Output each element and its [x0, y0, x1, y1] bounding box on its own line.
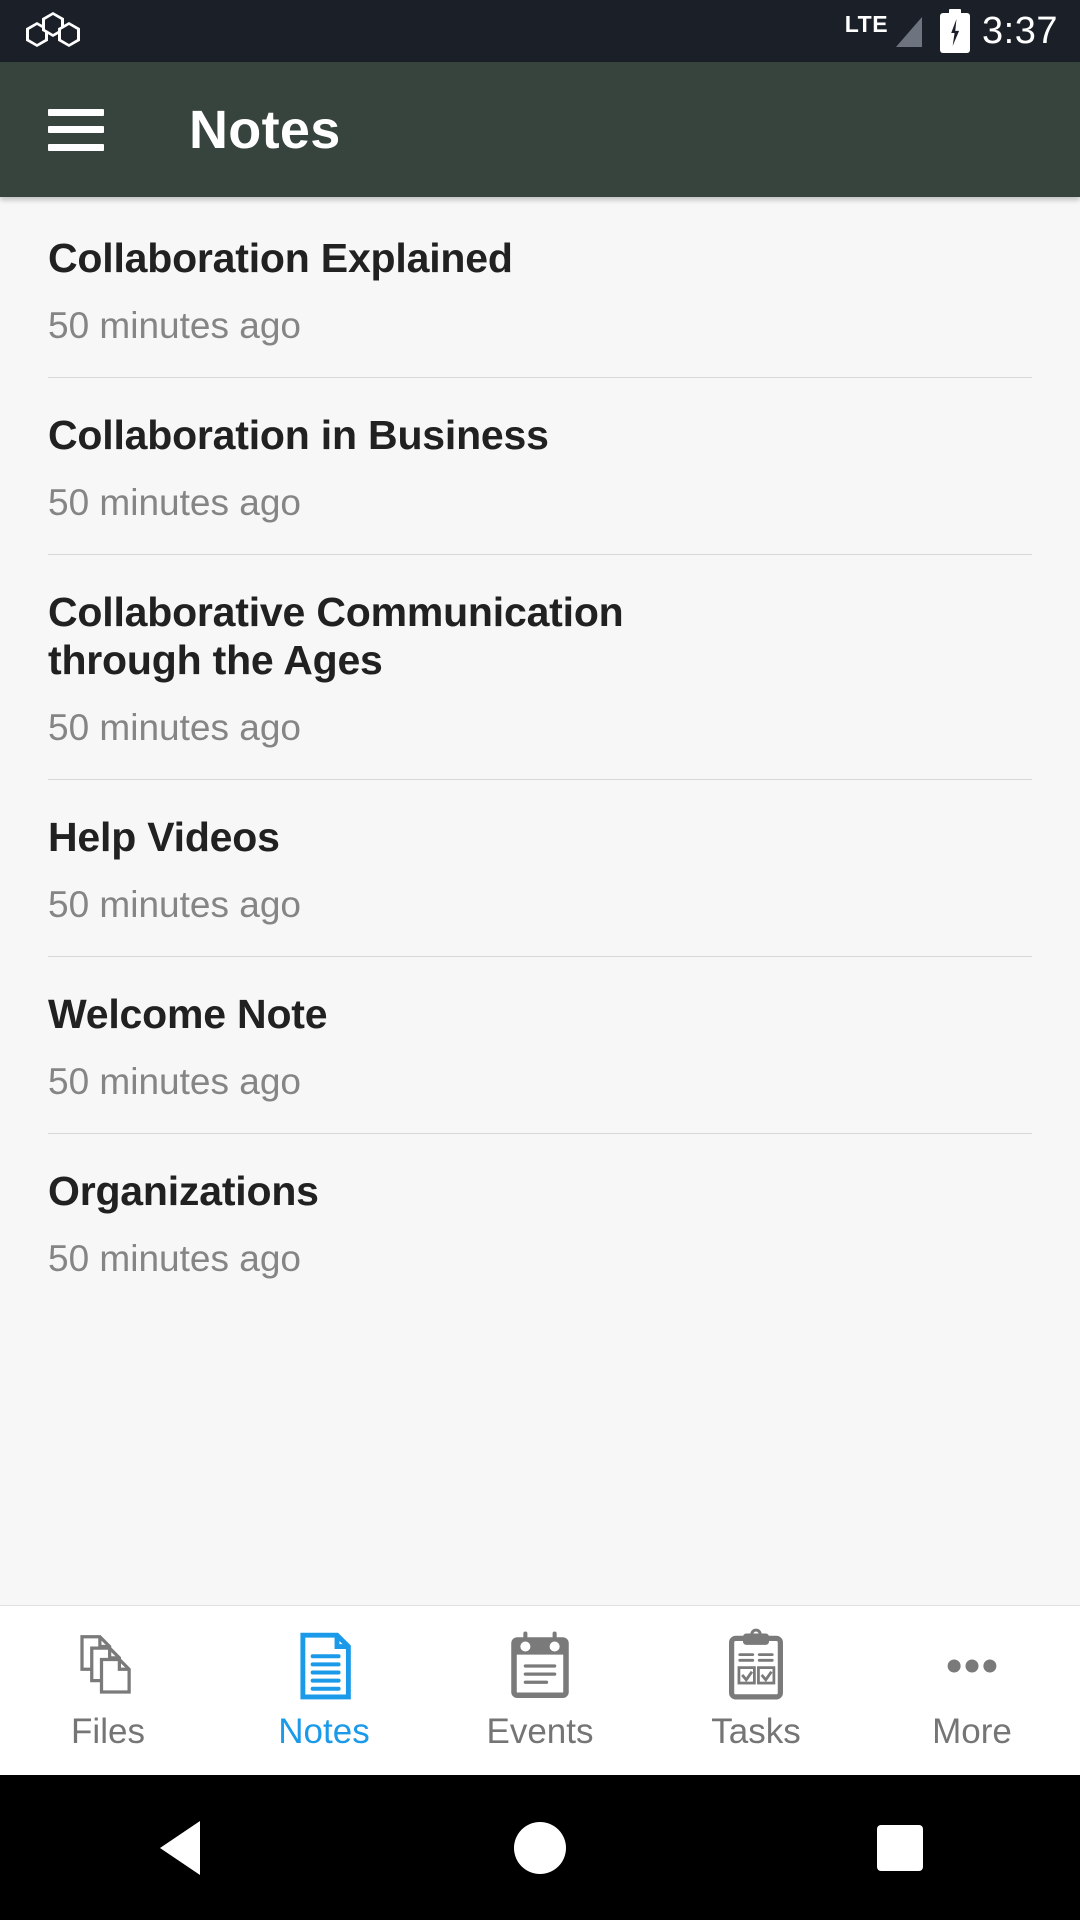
tab-tasks[interactable]: Tasks	[648, 1624, 864, 1752]
tab-files[interactable]: Files	[0, 1624, 216, 1752]
note-title: Help Videos	[48, 813, 280, 860]
note-timestamp: 50 minutes ago	[48, 481, 302, 523]
note-timestamp: 50 minutes ago	[48, 304, 302, 346]
clipboard-checks-icon	[717, 1624, 795, 1708]
status-bar-clock: 3:37	[982, 9, 1058, 52]
list-item[interactable]: Help Videos 50 minutes ago	[0, 780, 1080, 956]
tab-label: Tasks	[711, 1712, 801, 1751]
documents-stack-icon	[69, 1624, 147, 1708]
three-dots-icon	[933, 1624, 1011, 1708]
page-title: Notes	[189, 99, 341, 160]
tab-label: Events	[486, 1712, 594, 1751]
android-system-nav	[0, 1775, 1080, 1920]
back-button[interactable]	[80, 1775, 280, 1920]
status-bar-right: LTE 3:37	[845, 9, 1058, 53]
back-triangle-icon	[160, 1820, 200, 1875]
status-bar-left	[26, 11, 82, 51]
network-type-label: LTE	[844, 10, 889, 37]
recents-button[interactable]	[800, 1775, 1000, 1920]
tab-label: Files	[71, 1712, 145, 1751]
note-timestamp: 50 minutes ago	[48, 1060, 302, 1102]
note-timestamp: 50 minutes ago	[48, 1237, 302, 1279]
home-button[interactable]	[440, 1775, 640, 1920]
list-item[interactable]: Collaborative Communication through the …	[0, 555, 1080, 779]
list-item[interactable]: Welcome Note 50 minutes ago	[0, 957, 1080, 1133]
list-item[interactable]: Collaboration Explained 50 minutes ago	[0, 201, 1080, 377]
bottom-tab-bar: Files Notes Events Tasks More	[0, 1605, 1080, 1775]
home-circle-icon	[514, 1821, 566, 1874]
note-title: Collaboration in Business	[48, 411, 549, 458]
list-item[interactable]: Collaboration in Business 50 minutes ago	[0, 378, 1080, 554]
tab-label: Notes	[278, 1712, 370, 1751]
note-title: Welcome Note	[48, 990, 328, 1037]
note-timestamp: 50 minutes ago	[48, 706, 302, 748]
note-timestamp: 50 minutes ago	[48, 883, 302, 925]
battery-charging-icon	[940, 9, 971, 53]
note-title: Organizations	[48, 1167, 319, 1214]
tab-label: More	[932, 1712, 1012, 1751]
app-bar: Notes	[0, 62, 1080, 197]
hamburger-menu-icon[interactable]	[48, 108, 104, 151]
list-item[interactable]: Organizations 50 minutes ago	[0, 1134, 1080, 1310]
hexagon-cluster-icon	[26, 11, 82, 51]
recent-square-icon	[877, 1824, 923, 1871]
notes-list[interactable]: Collaboration Explained 50 minutes ago C…	[0, 197, 1080, 1605]
tab-notes[interactable]: Notes	[216, 1624, 432, 1752]
phone-screen: LTE 3:37 Notes Collaboration Explained 5…	[0, 0, 1080, 1920]
tab-more[interactable]: More	[864, 1624, 1080, 1752]
calendar-icon	[501, 1624, 579, 1708]
status-bar: LTE 3:37	[0, 0, 1080, 62]
note-document-icon	[285, 1624, 363, 1708]
tab-events[interactable]: Events	[432, 1624, 648, 1752]
note-title: Collaboration Explained	[48, 235, 513, 281]
note-title: Collaborative Communication through the …	[48, 588, 624, 683]
signal-triangle-icon	[894, 15, 923, 47]
